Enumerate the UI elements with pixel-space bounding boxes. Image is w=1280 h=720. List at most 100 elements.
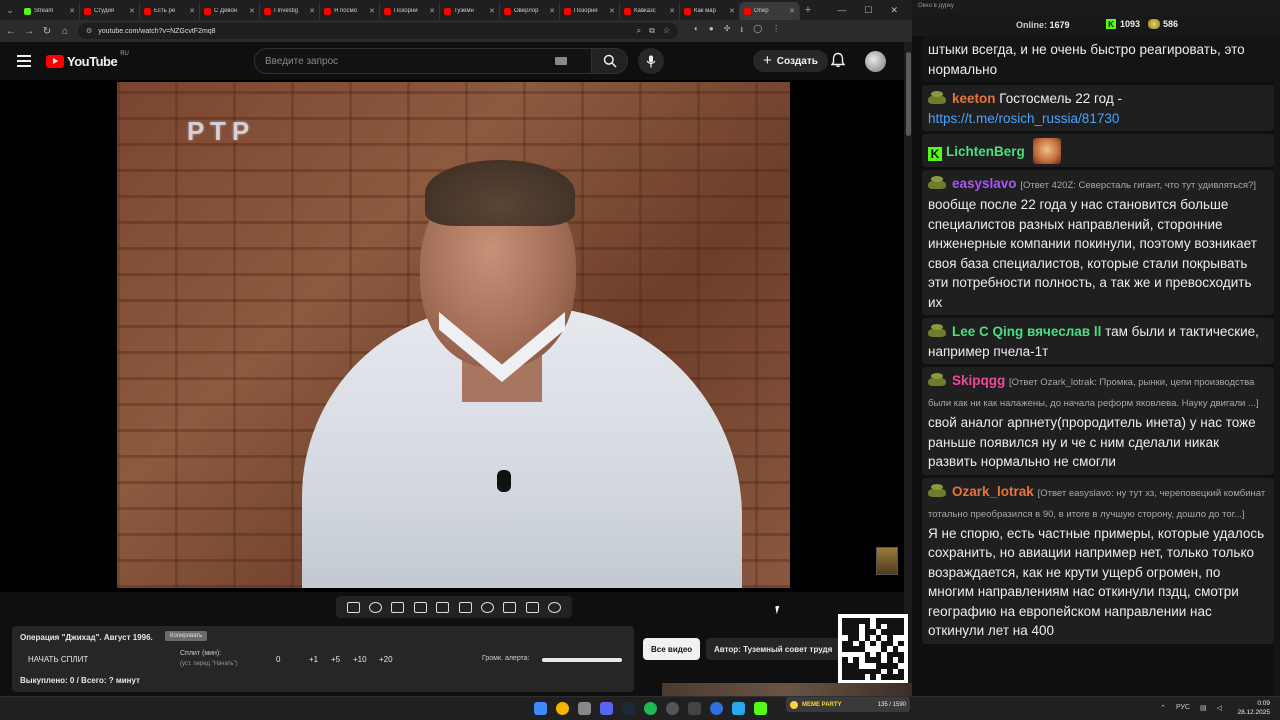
reload-icon[interactable]: ↻ xyxy=(42,26,52,37)
create-button[interactable]: + Создать xyxy=(753,50,828,72)
browser-menu-icon[interactable]: ⋮ xyxy=(772,24,780,38)
pip-icon[interactable] xyxy=(436,601,450,613)
close-tab-icon[interactable]: ✕ xyxy=(789,7,795,15)
player-icon[interactable] xyxy=(710,702,723,715)
browser-tab[interactable]: Позорни ✕ xyxy=(560,2,620,20)
close-tab-icon[interactable]: ✕ xyxy=(609,7,615,15)
chat-username[interactable]: Lee C Qing xyxy=(952,324,1023,339)
search-button[interactable] xyxy=(592,48,628,74)
copy-button[interactable]: Копировать xyxy=(165,631,208,641)
camera-icon[interactable] xyxy=(525,601,539,613)
split-add-20-button[interactable]: +20 xyxy=(379,655,393,664)
clapper-icon[interactable] xyxy=(413,601,427,613)
chat-username[interactable]: Skipqgg xyxy=(952,373,1005,388)
settings-gear-icon[interactable] xyxy=(548,601,562,613)
voice-search-button[interactable] xyxy=(638,48,664,74)
home-icon[interactable]: ⌂ xyxy=(60,26,70,37)
back-icon[interactable]: ← xyxy=(6,26,16,37)
zoom-icon[interactable]: ⌕ xyxy=(637,26,641,36)
speed-icon[interactable] xyxy=(481,601,495,613)
split-add-1-button[interactable]: +1 xyxy=(309,655,318,664)
youtube-logo[interactable]: YouTube RU xyxy=(46,51,129,69)
maximize-icon[interactable]: ☐ xyxy=(864,5,872,16)
close-tab-icon[interactable]: ✕ xyxy=(669,7,675,15)
menu-icon[interactable] xyxy=(17,55,31,67)
language-indicator[interactable]: РУС xyxy=(1176,704,1190,712)
split-add-5-button[interactable]: +5 xyxy=(331,655,340,664)
close-tab-icon[interactable]: ✕ xyxy=(729,7,735,15)
profile-icon[interactable]: ◯ xyxy=(753,24,762,38)
browser-tab[interactable]: Опер ✕ xyxy=(740,2,800,20)
chat-messages[interactable]: штыки всегда, и не очень быстро реагиров… xyxy=(922,36,1274,696)
loop-icon[interactable] xyxy=(346,601,360,613)
split-add-10-button[interactable]: +10 xyxy=(353,655,367,664)
author-label[interactable]: Автор: Туземный совет трудя xyxy=(706,638,842,660)
extension-icon[interactable]: ◐ xyxy=(694,24,699,38)
alert-volume-slider[interactable] xyxy=(542,658,622,662)
close-tab-icon[interactable]: ✕ xyxy=(489,7,495,15)
side-thumbnail[interactable] xyxy=(876,547,898,575)
add-clip-icon[interactable] xyxy=(503,601,517,613)
chat-scrollbar[interactable] xyxy=(1274,36,1280,696)
close-tab-icon[interactable]: ✕ xyxy=(249,7,255,15)
volume-icon[interactable]: ◁ xyxy=(1217,704,1222,712)
close-tab-icon[interactable]: ✕ xyxy=(369,7,375,15)
kick-app-icon[interactable] xyxy=(754,702,767,715)
browser-tab[interactable]: Оверлор ✕ xyxy=(500,2,560,20)
install-icon[interactable]: ⧉ xyxy=(649,26,655,36)
site-info-icon[interactable]: ⚙ xyxy=(86,27,92,35)
keyboard-icon[interactable] xyxy=(555,57,567,65)
close-tab-icon[interactable]: ✕ xyxy=(549,7,555,15)
page-scrollbar-thumb[interactable] xyxy=(906,52,911,136)
forward-icon[interactable]: → xyxy=(24,26,34,37)
browser-tab[interactable]: С Девон ✕ xyxy=(200,2,260,20)
extensions-puzzle-icon[interactable]: ✣ xyxy=(724,24,731,38)
video-frame[interactable]: РТР xyxy=(117,82,790,588)
spotify-icon[interactable] xyxy=(644,702,657,715)
all-videos-button[interactable]: Все видео xyxy=(643,638,701,660)
discord-icon[interactable] xyxy=(600,702,613,715)
tray-chevron-icon[interactable]: ⌃ xyxy=(1160,704,1166,712)
windows-start-icon[interactable] xyxy=(534,702,547,715)
screen-share-icon[interactable] xyxy=(391,601,405,613)
system-clock[interactable]: 0:09 28.12.2025 xyxy=(1237,699,1270,717)
frames-icon[interactable] xyxy=(458,601,472,613)
close-window-icon[interactable]: ✕ xyxy=(890,5,898,16)
obs-icon[interactable] xyxy=(666,702,679,715)
telegram-icon[interactable] xyxy=(732,702,745,715)
page-scrollbar[interactable] xyxy=(904,42,912,696)
chat-username[interactable]: Ozark_lotrak xyxy=(952,484,1034,499)
chat-link[interactable]: https://t.me/rosich_russia/81730 xyxy=(928,111,1119,126)
browser-tab[interactable]: I Investig ✕ xyxy=(260,2,320,20)
browser-tab[interactable]: Позорни ✕ xyxy=(380,2,440,20)
chat-username[interactable]: вячеслав ll xyxy=(1027,324,1101,339)
url-field[interactable]: ⚙ youtube.com/watch?v=NZGcvtF2mq8 ⌕ ⧉ ☆ xyxy=(78,23,678,39)
tab-search-button[interactable]: ⌄ xyxy=(0,0,20,20)
chat-username[interactable]: keeton xyxy=(952,91,996,106)
broadcast-icon[interactable] xyxy=(369,601,383,613)
extension-icon[interactable]: ● xyxy=(709,24,714,38)
browser-tab[interactable]: Туземн ✕ xyxy=(440,2,500,20)
browser-tab[interactable]: Как мар ✕ xyxy=(680,2,740,20)
chrome-icon[interactable] xyxy=(556,702,569,715)
minimize-icon[interactable]: — xyxy=(837,5,846,16)
bookmark-star-icon[interactable]: ☆ xyxy=(663,26,670,36)
close-tab-icon[interactable]: ✕ xyxy=(309,7,315,15)
reply-quote[interactable]: [Ответ 420Z: Северсталь гигант, что тут … xyxy=(1020,180,1256,191)
meme-party-widget[interactable]: MEME PARTY 135 / 1590 xyxy=(786,697,910,712)
close-tab-icon[interactable]: ✕ xyxy=(129,7,135,15)
browser-tab[interactable]: Stream ✕ xyxy=(20,2,80,20)
browser-tab[interactable]: Я посмо ✕ xyxy=(320,2,380,20)
search-input[interactable] xyxy=(265,55,555,67)
notifications-button[interactable] xyxy=(830,52,846,73)
avatar[interactable] xyxy=(865,51,886,72)
browser-tab[interactable]: Студия ✕ xyxy=(80,2,140,20)
download-icon[interactable]: ⭳ xyxy=(740,24,743,38)
app-icon[interactable] xyxy=(578,702,591,715)
close-tab-icon[interactable]: ✕ xyxy=(189,7,195,15)
network-icon[interactable]: ▤ xyxy=(1200,704,1207,712)
browser-tab[interactable]: Есть ре ✕ xyxy=(140,2,200,20)
browser-tab[interactable]: Кавказс ✕ xyxy=(620,2,680,20)
new-tab-button[interactable]: + xyxy=(800,4,816,16)
chat-username[interactable]: easyslavo xyxy=(952,176,1017,191)
